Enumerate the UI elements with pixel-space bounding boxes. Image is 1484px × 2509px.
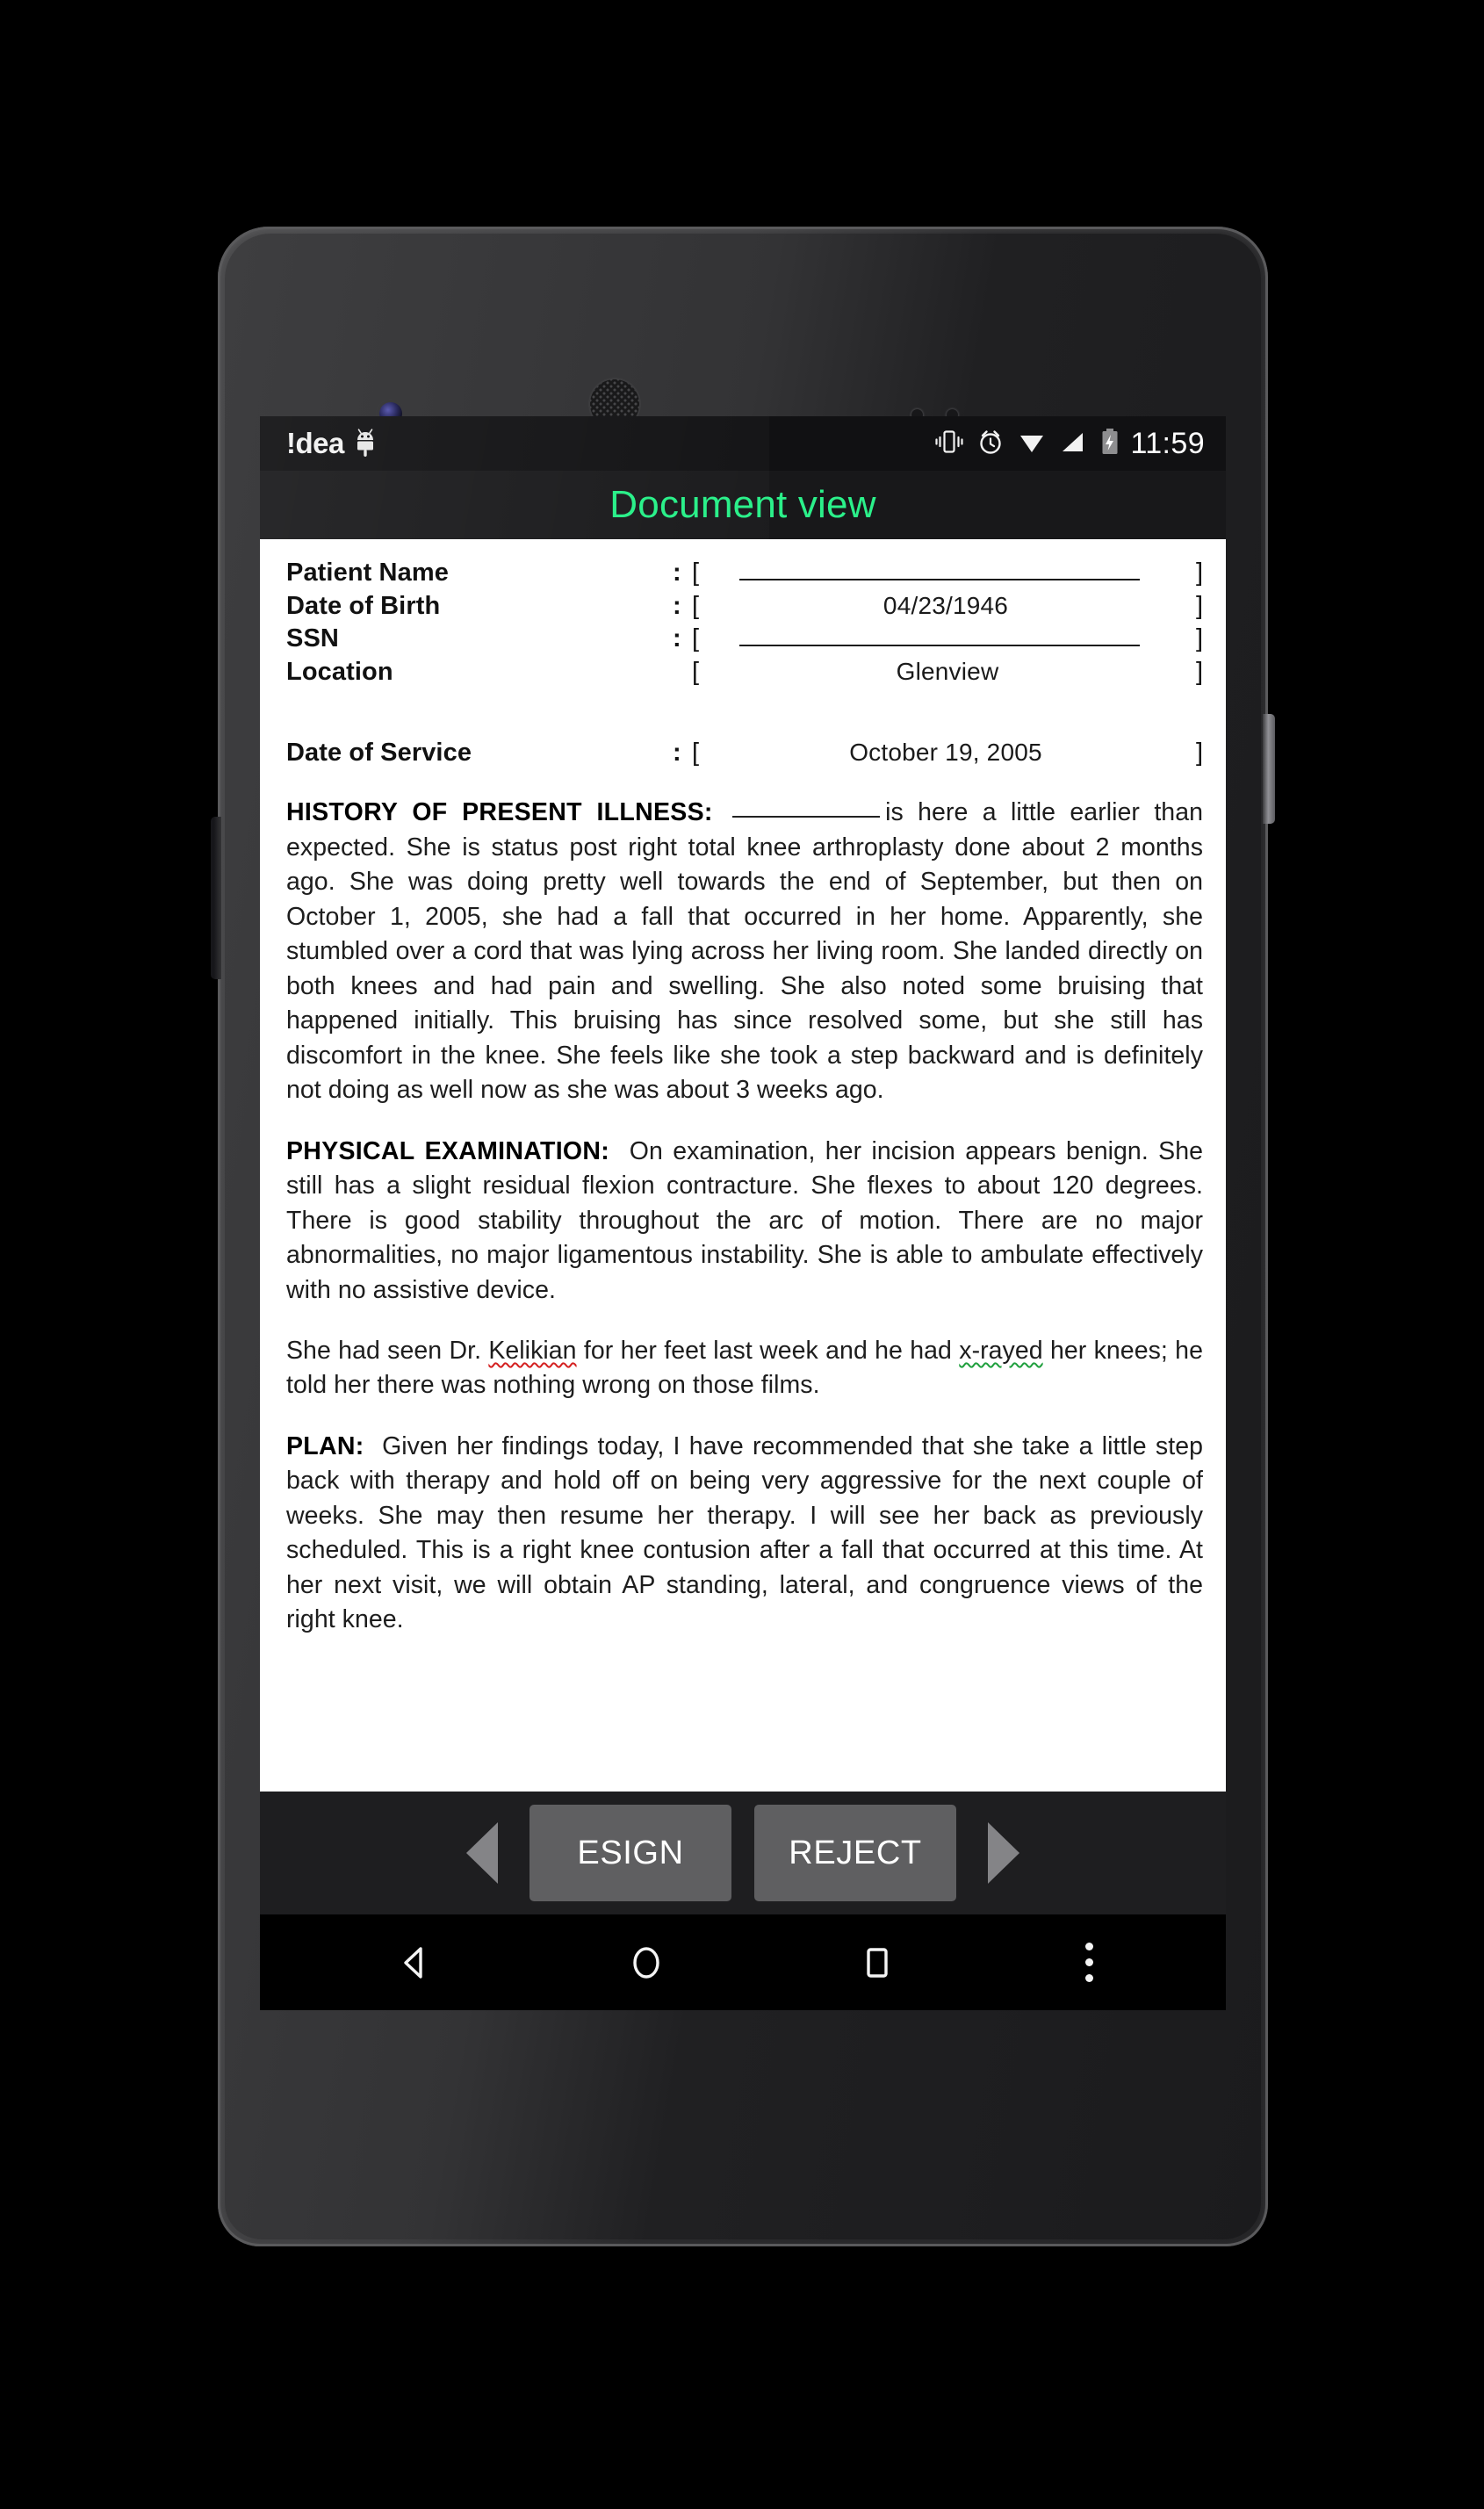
field-row-location: Location [ Glenview ] bbox=[286, 656, 1203, 689]
field-row-date-of-birth: Date of Birth : [ 04/23/1946 ] bbox=[286, 590, 1203, 624]
back-icon[interactable] bbox=[393, 1940, 438, 1986]
battery-charging-icon bbox=[1099, 427, 1120, 461]
bracket-close: ] bbox=[1195, 624, 1203, 653]
field-value-date-of-birth: 04/23/1946 bbox=[882, 591, 1009, 619]
document-action-bar: ESIGN REJECT bbox=[260, 1792, 1226, 1914]
plan-heading: PLAN: bbox=[286, 1431, 364, 1460]
page-title: Document view bbox=[609, 483, 876, 526]
field-value-location: Glenview bbox=[896, 658, 999, 686]
field-separator: : bbox=[673, 624, 681, 653]
carrier-label: !dea bbox=[286, 427, 344, 459]
field-separator: : bbox=[673, 591, 681, 620]
vibrate-icon bbox=[934, 427, 964, 461]
field-label: Location bbox=[286, 658, 393, 687]
esign-button[interactable]: ESIGN bbox=[529, 1805, 731, 1901]
android-robot-icon bbox=[354, 429, 380, 458]
section-history-of-present-illness: HISTORY OF PRESENT ILLNESS: is here a li… bbox=[286, 796, 1203, 1107]
reject-button[interactable]: REJECT bbox=[754, 1805, 956, 1901]
document-view-content[interactable]: Patient Name : [ ] Date of Birth : [ 04/… bbox=[260, 539, 1226, 1792]
field-value-patient-name bbox=[739, 558, 1140, 580]
bracket-open: [ bbox=[692, 738, 700, 767]
field-row-date-of-service: Date of Service : [ October 19, 2005 ] bbox=[286, 737, 1203, 770]
bracket-open: [ bbox=[692, 658, 700, 687]
previous-arrow-icon[interactable] bbox=[466, 1822, 498, 1884]
overflow-menu-icon[interactable] bbox=[1084, 1943, 1093, 1982]
field-value-wrap: Glenview ] bbox=[699, 656, 1203, 689]
status-bar: !dea 11:59 bbox=[260, 416, 1226, 471]
bracket-close: ] bbox=[1195, 738, 1203, 767]
app-action-bar: Document view bbox=[260, 471, 1226, 539]
bracket-open: [ bbox=[692, 591, 700, 620]
field-value-wrap: ] bbox=[699, 623, 1203, 656]
wifi-icon bbox=[1017, 427, 1047, 461]
field-value-ssn bbox=[739, 624, 1140, 647]
hpi-redacted-name-blank bbox=[732, 816, 881, 818]
plan-body: Given her findings today, I have recomme… bbox=[286, 1431, 1203, 1634]
misspelled-word: Kelikian bbox=[488, 1337, 577, 1365]
field-label: SSN bbox=[286, 624, 339, 653]
hpi-body: is here a little earlier than expected. … bbox=[286, 798, 1204, 1105]
field-value-date-of-service: October 19, 2005 bbox=[849, 738, 1042, 766]
next-arrow-icon[interactable] bbox=[988, 1822, 1019, 1884]
alarm-icon bbox=[976, 427, 1005, 461]
field-label: Patient Name bbox=[286, 559, 449, 587]
phone-screen: !dea 11:59 Document view Patient Name: … bbox=[260, 416, 1226, 2010]
referral-text-part2: for her feet last week and he had bbox=[576, 1337, 960, 1365]
field-label: Date of Service bbox=[286, 738, 472, 767]
android-navigation-bar bbox=[260, 1914, 1226, 2010]
field-separator: : bbox=[673, 559, 681, 587]
referral-text-part1: She had seen Dr. bbox=[286, 1337, 489, 1365]
status-icon-group bbox=[934, 427, 1120, 461]
bracket-close: ] bbox=[1195, 658, 1203, 687]
field-value-wrap: October 19, 2005 ] bbox=[699, 737, 1203, 770]
bracket-open: [ bbox=[692, 624, 700, 653]
patient-header-fields: Patient Name : [ ] Date of Birth : [ 04/… bbox=[286, 557, 1203, 769]
status-bar-clock: 11:59 bbox=[1130, 426, 1205, 460]
field-row-patient-name: Patient Name : [ ] bbox=[286, 557, 1203, 590]
home-icon[interactable] bbox=[623, 1940, 669, 1986]
section-referral-note: She had seen Dr. Kelikian for her feet l… bbox=[286, 1334, 1203, 1403]
field-value-wrap: ] bbox=[699, 557, 1203, 590]
power-button[interactable] bbox=[1263, 714, 1275, 824]
pe-heading: PHYSICAL EXAMINATION: bbox=[286, 1136, 610, 1165]
bracket-close: ] bbox=[1195, 559, 1203, 587]
signal-icon bbox=[1058, 427, 1088, 461]
bracket-open: [ bbox=[692, 559, 700, 587]
section-physical-examination: PHYSICAL EXAMINATION: On examination, he… bbox=[286, 1135, 1203, 1308]
field-row-ssn: SSN : [ ] bbox=[286, 623, 1203, 656]
field-separator: : bbox=[673, 738, 681, 767]
hpi-heading: HISTORY OF PRESENT ILLNESS: bbox=[286, 798, 713, 827]
grammar-flagged-word: x-rayed bbox=[959, 1337, 1043, 1365]
section-plan: PLAN: Given her findings today, I have r… bbox=[286, 1430, 1203, 1638]
field-label: Date of Birth bbox=[286, 591, 441, 620]
volume-rocker-button[interactable] bbox=[211, 817, 221, 979]
bracket-close: ] bbox=[1195, 591, 1203, 620]
recents-icon[interactable] bbox=[854, 1940, 900, 1986]
field-value-wrap: 04/23/1946 ] bbox=[699, 590, 1203, 624]
